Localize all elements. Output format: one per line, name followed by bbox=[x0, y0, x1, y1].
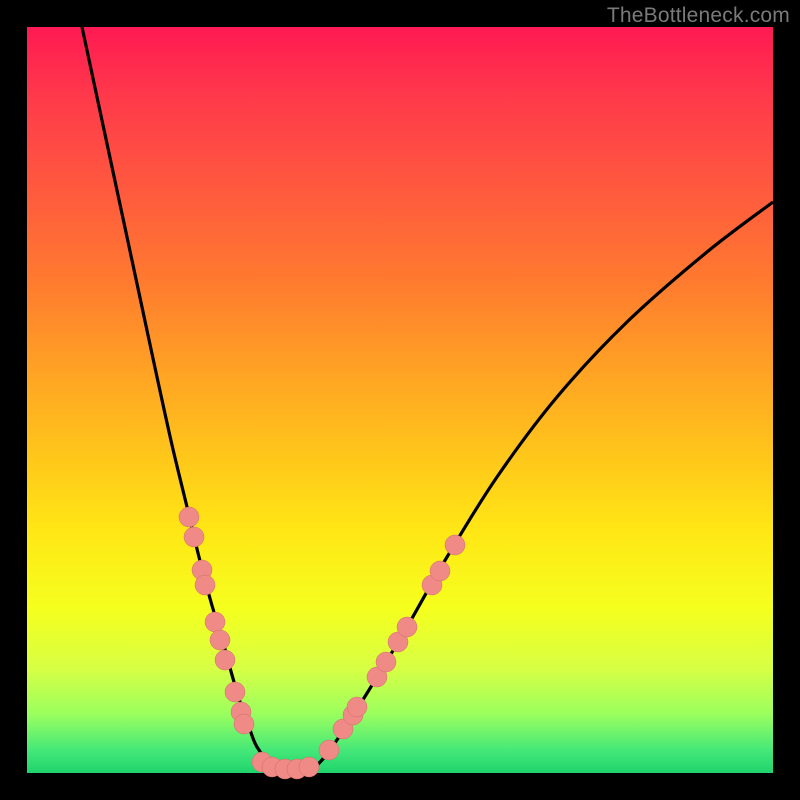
highlight-dot bbox=[205, 612, 225, 632]
plot-area bbox=[27, 27, 773, 773]
highlight-dot bbox=[430, 561, 450, 581]
highlight-dot bbox=[184, 527, 204, 547]
highlight-dot bbox=[195, 575, 215, 595]
chart-svg bbox=[27, 27, 773, 773]
chart-frame: TheBottleneck.com bbox=[0, 0, 800, 800]
highlight-dot bbox=[397, 617, 417, 637]
highlight-dot bbox=[445, 535, 465, 555]
highlight-dot bbox=[179, 507, 199, 527]
bottleneck-curve bbox=[82, 27, 773, 772]
watermark-text: TheBottleneck.com bbox=[607, 4, 790, 28]
highlight-dots-group bbox=[179, 507, 465, 779]
highlight-dot bbox=[376, 652, 396, 672]
highlight-dot bbox=[319, 740, 339, 760]
highlight-dot bbox=[225, 682, 245, 702]
highlight-dot bbox=[347, 697, 367, 717]
highlight-dot bbox=[299, 757, 319, 777]
highlight-dot bbox=[234, 714, 254, 734]
highlight-dot bbox=[215, 650, 235, 670]
highlight-dot bbox=[210, 630, 230, 650]
